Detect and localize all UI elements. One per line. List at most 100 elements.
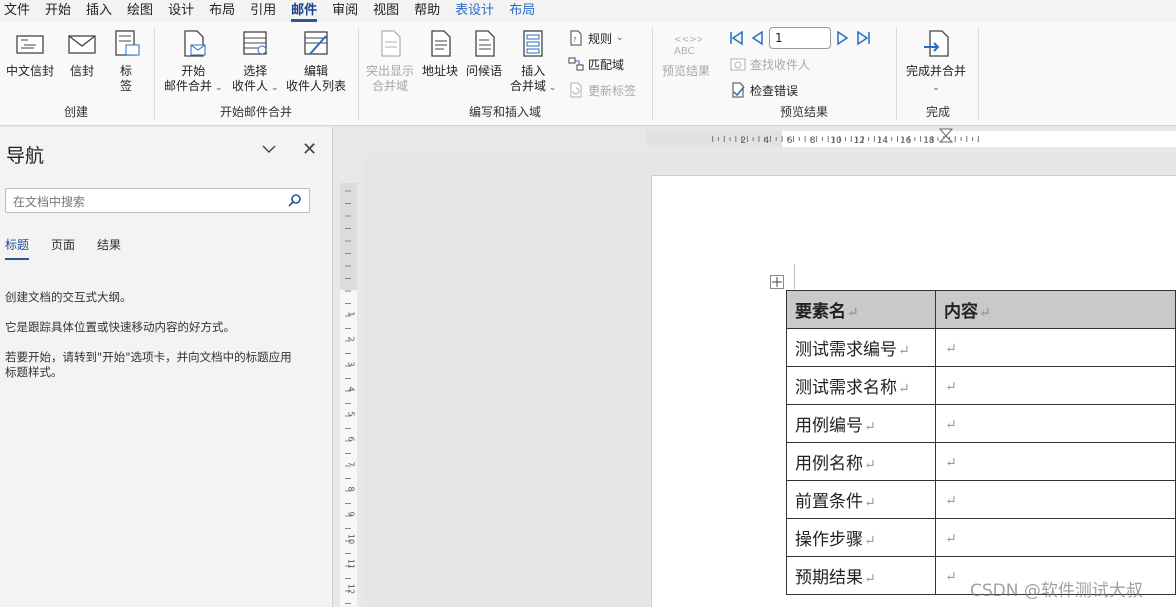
ruler-label: 6 (347, 436, 356, 441)
labels-icon (115, 30, 140, 56)
highlight-fields-icon (381, 30, 401, 57)
menu-tab-10[interactable]: 帮助 (412, 0, 451, 22)
menu-tab-2[interactable]: 插入 (84, 0, 123, 22)
group-write-insert: 突出显示 合并域 地址块 问候语 插入 合并域 ⌄ ? 规则 ⌄ 匹配域 更新标签… (360, 22, 650, 126)
rules-button[interactable]: ? 规则 ⌄ (568, 28, 624, 48)
table-cell[interactable]: ↵ (935, 366, 1176, 405)
ruler-label: 4 (347, 386, 356, 391)
update-labels-button[interactable]: 更新标签 (568, 80, 636, 100)
abc-preview-icon: <<>>ABC (674, 35, 702, 57)
address-block-button[interactable]: 地址块 (422, 28, 458, 79)
cell-text: 前置条件 (795, 492, 863, 512)
cell-text: 内容 (944, 302, 979, 322)
table-cell[interactable]: 用例编号↵ (785, 404, 937, 443)
search-placeholder: 在文档中搜索 (13, 195, 86, 209)
edit-list-line2: 收件人列表 (286, 79, 347, 93)
menu-tab-8[interactable]: 审阅 (330, 0, 369, 22)
paragraph-mark: ↵ (898, 343, 910, 359)
record-number-input[interactable]: 1 (769, 27, 831, 49)
cell-text: 测试需求编号 (795, 340, 897, 360)
menu-tab-3[interactable]: 绘图 (125, 0, 164, 22)
table-cell[interactable]: 操作步骤↵ (785, 518, 937, 557)
highlight-merge-fields-button[interactable]: 突出显示 合并域 (366, 28, 414, 94)
ribbon-mailings: 中文信封 信封 标 签 创建 开始 邮件合并 ⌄ 选择 收件人 ⌄ 编辑 收件人… (0, 22, 1176, 126)
find-recipient-label: 查找收件人 (750, 57, 811, 72)
group-separator (896, 28, 897, 120)
table-cell[interactable]: ↵ (935, 328, 1176, 367)
tab-results[interactable]: 结果 (97, 236, 121, 260)
menu-tab-7[interactable]: 邮件 (289, 0, 328, 22)
table-cell[interactable]: ↵ (935, 404, 1176, 443)
start-merge-line2: 邮件合并 (164, 79, 213, 93)
horizontal-ruler[interactable]: 2 4 6 8 10 12 14 16 18 (646, 128, 1176, 150)
requirements-table[interactable]: 要素名↵ 内容↵ 测试需求编号↵ ↵ 测试需求名称↵ ↵ 用例编号↵ ↵ 用例名称↵ ↵ 前置条件↵… (785, 290, 1176, 595)
start-mail-merge-button[interactable]: 开始 邮件合并 ⌄ (164, 28, 222, 96)
select-recipients-button[interactable]: 选择 收件人 ⌄ (232, 28, 278, 96)
match-fields-icon (568, 57, 584, 71)
menu-tab-12[interactable]: 布局 (507, 0, 546, 22)
tab-pages[interactable]: 页面 (51, 236, 75, 260)
table-cell[interactable]: 测试需求名称↵ (785, 366, 937, 405)
envelope-icon (16, 35, 44, 54)
indent-marker (938, 128, 954, 143)
paragraph-mark: ↵ (847, 305, 859, 321)
insert-field-icon (523, 30, 543, 57)
chevron-down-icon: ⌄ (268, 83, 279, 93)
table-cell[interactable]: ↵ (935, 518, 1176, 557)
group-create-title: 创建 (63, 105, 88, 119)
table-cell[interactable]: 用例名称↵ (785, 442, 937, 481)
menu-tab-1[interactable]: 开始 (43, 0, 82, 22)
search-icon[interactable] (287, 193, 303, 209)
table-cell[interactable]: 要素名↵ (785, 290, 937, 329)
close-icon[interactable]: ✕ (302, 139, 317, 160)
group-start-merge-title: 开始邮件合并 (219, 105, 292, 119)
menu-tab-0[interactable]: 文件 (2, 0, 41, 22)
chinese-envelope-button[interactable]: 中文信封 (6, 28, 54, 79)
envelope-icon (68, 35, 96, 54)
highlight-line2: 合并域 (372, 79, 409, 93)
vertical-ruler[interactable]: 1 2 3 4 5 6 7 8 9 10 11 12 (340, 183, 357, 607)
greeting-line-button[interactable]: 问候语 (466, 28, 502, 79)
ruler-ticks: 2 4 6 8 10 12 14 16 18 (712, 128, 979, 146)
table-cell[interactable]: 测试需求编号↵ (785, 328, 937, 367)
table-cell[interactable]: 前置条件↵ (785, 480, 937, 519)
cell-text: 测试需求名称 (795, 378, 897, 398)
table-cell[interactable]: 预期结果↵ (785, 556, 937, 595)
next-record-icon[interactable] (834, 29, 852, 47)
group-separator (652, 28, 653, 120)
menu-tab-4[interactable]: 设计 (166, 0, 205, 22)
previous-record-icon[interactable] (748, 29, 766, 47)
tab-headings[interactable]: 标题 (5, 236, 30, 260)
paragraph-mark: ↵ (864, 533, 876, 549)
table-move-handle[interactable] (770, 275, 784, 289)
menu-tab-5[interactable]: 布局 (207, 0, 246, 22)
chevron-down-icon: ⌄ (212, 83, 223, 93)
check-errors-button[interactable]: 检查错误 (730, 80, 798, 100)
nav-hint-line1: 创建文档的交互式大纲。 (5, 290, 132, 304)
find-recipient-button[interactable]: 查找收件人 (730, 54, 810, 74)
search-input[interactable]: 在文档中搜索 (5, 188, 310, 213)
insert-merge-field-button[interactable]: 插入 合并域 ⌄ (510, 28, 556, 96)
finish-and-merge-button[interactable]: 完成并合并 ⌄ (906, 28, 966, 96)
chevron-down-icon[interactable] (261, 141, 277, 157)
select-recipients-line1: 选择 (243, 64, 268, 78)
table-cell[interactable]: ↵ (935, 442, 1176, 481)
preview-results-button[interactable]: <<>> ABC 预览结果 (662, 28, 710, 79)
labels-button[interactable]: 标 签 (110, 28, 142, 94)
last-record-icon[interactable] (855, 29, 873, 47)
table-row: 用例编号↵ ↵ (785, 404, 1176, 443)
edit-recipient-list-button[interactable]: 编辑 收件人列表 (286, 28, 346, 94)
table-cell[interactable]: 内容↵ (935, 290, 1176, 329)
table-cell[interactable]: ↵ (935, 480, 1176, 519)
first-record-icon[interactable] (727, 29, 745, 47)
menu-tab-9[interactable]: 视图 (371, 0, 410, 22)
envelope-button[interactable]: 信封 (66, 28, 98, 79)
ruler-label: 7 (347, 461, 356, 466)
chevron-down-icon: ⌄ (546, 83, 557, 93)
menu-tab-11[interactable]: 表设计 (453, 0, 505, 22)
nav-pane-title: 导航 (6, 145, 45, 167)
match-fields-label: 匹配域 (588, 57, 625, 72)
menu-tab-6[interactable]: 引用 (248, 0, 287, 22)
match-fields-button[interactable]: 匹配域 (568, 54, 624, 74)
ruler-label: 12 (853, 136, 864, 146)
